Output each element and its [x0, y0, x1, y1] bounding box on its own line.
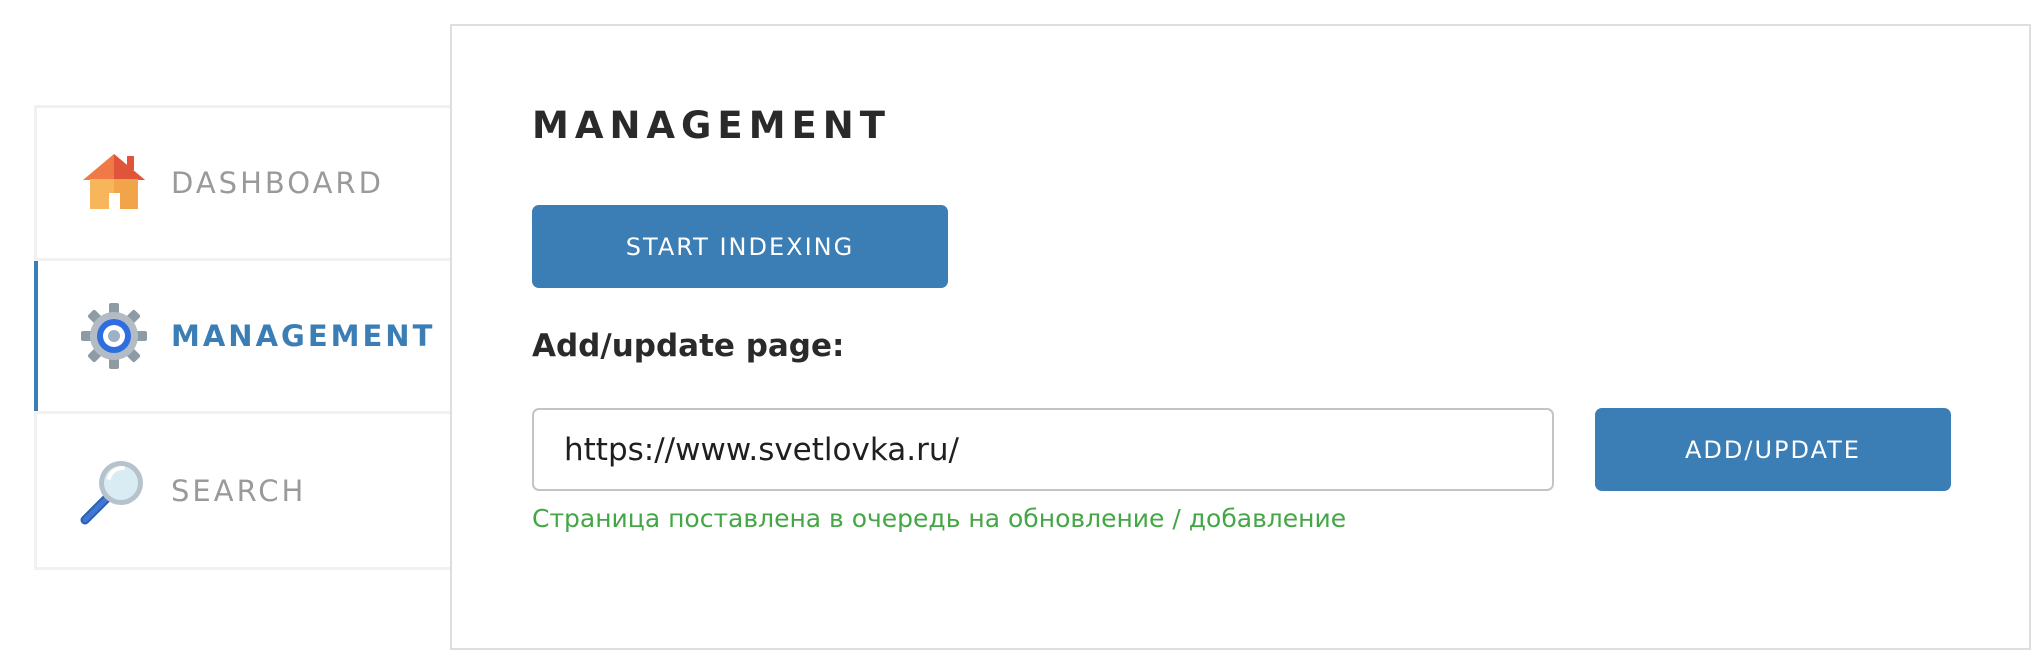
sidebar-item-label: MANAGEMENT: [171, 319, 436, 353]
magnifier-icon: [79, 456, 149, 526]
sidebar-item-search[interactable]: SEARCH: [37, 414, 450, 567]
status-message: Страница поставлена в очередь на обновле…: [532, 504, 1347, 533]
page-title: MANAGEMENT: [532, 104, 891, 147]
house-icon: [79, 148, 149, 218]
start-indexing-button[interactable]: START INDEXING: [532, 205, 948, 288]
sidebar-item-label: SEARCH: [171, 473, 307, 508]
management-panel: MANAGEMENT START INDEXING Add/update pag…: [450, 24, 2031, 650]
add-update-section-label: Add/update page:: [532, 328, 845, 364]
sidebar-item-management[interactable]: MANAGEMENT: [34, 261, 450, 414]
sidebar: DASHBOARD MANAGEMENT SEARCH: [34, 105, 450, 570]
gear-icon: [79, 301, 149, 371]
app-root: DASHBOARD MANAGEMENT SEARCH MANAGEMENT S…: [0, 0, 2040, 670]
sidebar-item-dashboard[interactable]: DASHBOARD: [37, 108, 450, 261]
page-url-input[interactable]: [532, 408, 1554, 491]
add-update-button[interactable]: ADD/UPDATE: [1595, 408, 1951, 491]
sidebar-item-label: DASHBOARD: [171, 166, 384, 200]
